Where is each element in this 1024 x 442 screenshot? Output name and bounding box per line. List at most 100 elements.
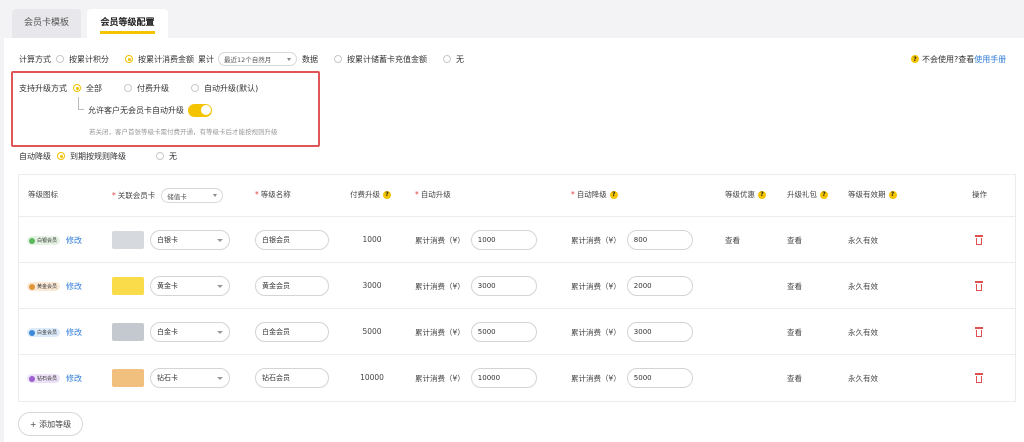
level-icon-cell: 白银会员 修改 <box>27 235 82 246</box>
spend-label: 累计消费（¥） <box>415 281 465 291</box>
level-name-input[interactable]: 钻石会员 <box>255 368 329 388</box>
chevron-down-icon <box>213 194 218 197</box>
period-select[interactable]: 最近12个自然月 <box>218 52 297 66</box>
allow-auto-upgrade-toggle[interactable] <box>188 103 212 117</box>
edit-icon-link[interactable]: 修改 <box>66 235 82 246</box>
spend-label: 累计消费（¥） <box>571 235 621 245</box>
auto-down-cell: 累计消费（¥） 5000 <box>571 368 693 388</box>
card-cell: 钻石卡 <box>112 368 230 388</box>
name-cell: 白金会员 <box>255 322 329 342</box>
header-benefit: 等级优惠? <box>725 189 766 200</box>
spend-label: 累计消费（¥） <box>415 373 465 383</box>
paid-value: 5000 <box>362 327 382 336</box>
benefit-view-link[interactable]: 查看 <box>725 235 740 246</box>
auto-up-input[interactable]: 5000 <box>470 322 537 342</box>
calc-opt-stored[interactable]: 按累计储蓄卡充值金额 <box>334 54 427 65</box>
delete-button[interactable] <box>975 281 983 291</box>
calc-opt-spend[interactable]: 按累计消费金额 <box>125 54 194 65</box>
level-name-input[interactable]: 白银会员 <box>255 230 329 250</box>
level-badge-icon: 白银会员 <box>27 236 61 245</box>
auto-up-input[interactable]: 10000 <box>470 368 537 388</box>
gift-view-link[interactable]: 查看 <box>787 235 802 246</box>
tab-card-template[interactable]: 会员卡模板 <box>12 9 81 38</box>
upgrade-opt-paid[interactable]: 付费升级 <box>124 83 169 94</box>
header-paid: 付费升级? <box>350 189 391 200</box>
upgrade-hint: 若关闭，客户首张等级卡需付费开通，有等级卡后才能按规则升级 <box>89 128 278 136</box>
allow-auto-upgrade-label: 允许客户无会员卡自动升级 <box>88 105 184 115</box>
validity-value: 永久有效 <box>848 236 878 245</box>
help-icon: ? <box>911 55 919 63</box>
edit-icon-link[interactable]: 修改 <box>66 281 82 292</box>
tab-bar: 会员卡模板 会员等级配置 <box>0 0 1024 38</box>
auto-down-input[interactable]: 5000 <box>626 368 693 388</box>
header-auto-down: * 自动降级? <box>571 189 618 200</box>
level-table: 等级图标 * 关联会员卡 储值卡 * 等级名称 付费升级? * 自动升级 * 自动降级?… <box>18 174 1016 402</box>
auto-down-cell: 累计消费（¥） 800 <box>571 230 693 250</box>
header-card: * 关联会员卡 储值卡 <box>112 188 224 203</box>
auto-down-input[interactable]: 3000 <box>626 322 693 342</box>
calc-opt-none[interactable]: 无 <box>443 54 464 65</box>
auto-down-input[interactable]: 2000 <box>626 276 693 296</box>
card-cell: 白银卡 <box>112 230 230 250</box>
header-action: 操作 <box>972 190 987 199</box>
manual-link[interactable]: 使用手册 <box>974 54 1006 65</box>
card-select[interactable]: 黄金卡 <box>150 276 230 296</box>
validity-value: 永久有效 <box>848 374 878 383</box>
card-color-swatch <box>112 231 144 249</box>
table-row: 黄金会员 修改 黄金卡 黄金会员 3000 累计消费（¥） 3000 累计消费（¥） 2000 查… <box>19 263 1015 309</box>
level-name-input[interactable]: 黄金会员 <box>255 276 329 296</box>
radio-icon <box>334 55 342 63</box>
edit-icon-link[interactable]: 修改 <box>66 327 82 338</box>
delete-button[interactable] <box>975 327 983 337</box>
card-select[interactable]: 白金卡 <box>150 322 230 342</box>
radio-checked-icon <box>73 84 81 92</box>
level-name-input[interactable]: 白金会员 <box>255 322 329 342</box>
delete-button[interactable] <box>975 235 983 245</box>
card-select[interactable]: 白银卡 <box>150 230 230 250</box>
hint-row: 若关闭，客户首张等级卡需付费开通，有等级卡后才能按规则升级 <box>89 124 278 138</box>
auto-down-input[interactable]: 800 <box>626 230 693 250</box>
paid-value: 1000 <box>362 235 382 244</box>
help-text: 不会使用?查看 <box>922 54 975 64</box>
auto-up-input[interactable]: 1000 <box>470 230 537 250</box>
tree-connector <box>78 97 84 110</box>
allow-auto-upgrade-row: 允许客户无会员卡自动升级 <box>88 103 212 117</box>
gift-view-link[interactable]: 查看 <box>787 281 802 292</box>
trash-icon <box>975 373 983 383</box>
calc-opt-points[interactable]: 按累计积分 <box>56 54 109 65</box>
gift-view-link[interactable]: 查看 <box>787 327 802 338</box>
calc-method-row: 计算方式 按累计积分 按累计消费金额 累计 最近12个自然月 数据 按累计储蓄卡… <box>19 52 480 66</box>
level-icon-cell: 黄金会员 修改 <box>27 281 82 292</box>
chevron-down-icon <box>217 376 223 380</box>
auto-up-cell: 累计消费（¥） 1000 <box>415 230 537 250</box>
level-icon-cell: 白金会员 修改 <box>27 327 82 338</box>
add-level-button[interactable]: + 添加等级 <box>18 412 83 436</box>
auto-up-input[interactable]: 3000 <box>470 276 537 296</box>
help-icon: ? <box>820 190 828 199</box>
card-type-filter[interactable]: 储值卡 <box>161 188 224 203</box>
validity-value: 永久有效 <box>848 328 878 337</box>
name-cell: 黄金会员 <box>255 276 329 296</box>
downgrade-opt-none[interactable]: 无 <box>156 151 177 162</box>
gift-view-link[interactable]: 查看 <box>787 373 802 384</box>
radio-icon <box>191 84 199 92</box>
trash-icon <box>975 327 983 337</box>
upgrade-opt-auto[interactable]: 自动升级(默认) <box>191 83 258 94</box>
chevron-down-icon <box>217 238 223 242</box>
chevron-down-icon <box>287 57 291 61</box>
radio-checked-icon <box>57 152 65 160</box>
downgrade-opt-rule[interactable]: 到期按规则降级 <box>57 151 126 162</box>
table-row: 白金会员 修改 白金卡 白金会员 5000 累计消费（¥） 5000 累计消费（¥） 3000 查… <box>19 309 1015 355</box>
delete-button[interactable] <box>975 373 983 383</box>
radio-icon <box>443 55 451 63</box>
card-cell: 黄金卡 <box>112 276 230 296</box>
edit-icon-link[interactable]: 修改 <box>66 373 82 384</box>
data-label: 数据 <box>302 54 318 64</box>
auto-down-cell: 累计消费（¥） 3000 <box>571 322 693 342</box>
spend-label: 累计消费（¥） <box>571 281 621 291</box>
card-select[interactable]: 钻石卡 <box>150 368 230 388</box>
tab-level-config[interactable]: 会员等级配置 <box>87 9 168 38</box>
upgrade-opt-all[interactable]: 全部 <box>73 83 102 94</box>
trash-icon <box>975 235 983 245</box>
accum-label: 累计 <box>198 54 214 64</box>
